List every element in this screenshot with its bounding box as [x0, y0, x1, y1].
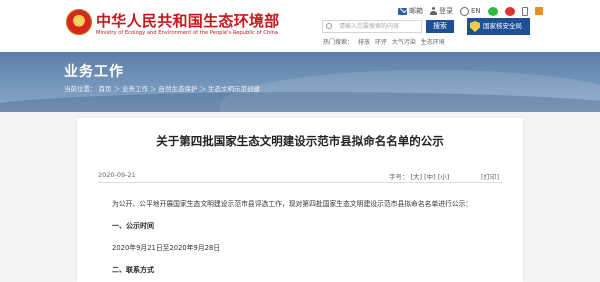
hot-search-word[interactable]: 生态环境 — [421, 39, 445, 46]
weibo-icon[interactable] — [504, 6, 515, 16]
intro-paragraph: 为公开、公平地开展国家生态文明建设示范市县评选工作，现对第四批国家生态文明建设示… — [112, 200, 473, 208]
font-size-large-button[interactable]: [大] — [411, 171, 423, 181]
search-button[interactable]: 搜索 — [426, 20, 454, 33]
section-heading-period: 一、公示时间 — [112, 222, 154, 230]
feed-icon[interactable] — [534, 7, 543, 15]
mail-icon — [398, 7, 407, 15]
login-link[interactable]: 登录 — [430, 6, 453, 16]
english-label: EN — [471, 7, 481, 15]
wechat-icon[interactable] — [487, 6, 498, 16]
hot-search-word[interactable]: 环评 — [375, 39, 387, 46]
site-name-en: Ministry of Ecology and Environment of t… — [96, 30, 279, 36]
article-title: 关于第四批国家生态文明建设示范市县拟命名名单的公示 — [156, 134, 444, 148]
search-input[interactable] — [322, 20, 422, 33]
font-size-small-button[interactable]: [小] — [438, 171, 450, 181]
hot-search-label: 热门搜索： — [323, 39, 354, 46]
print-button[interactable]: [打印] — [481, 171, 499, 181]
section-heading-contact: 二、联系方式 — [112, 266, 154, 274]
font-size-label: 字号： — [389, 173, 409, 181]
font-size-controls: 字号： [大] [中] [小] — [389, 171, 449, 181]
nnsa-label: 国家核安全局 — [483, 22, 522, 31]
nnsa-link-badge[interactable]: 国家核安全局 — [467, 18, 530, 35]
top-link-bar: 邮箱 登录 EN — [398, 5, 543, 17]
national-emblem-icon[interactable] — [66, 9, 92, 35]
login-label: 登录 — [439, 7, 453, 15]
breadcrumb-business[interactable]: 业务工作 — [122, 83, 148, 93]
breadcrumb-prefix: 当前位置： — [64, 85, 97, 93]
hot-search-word[interactable]: 排放 — [358, 39, 370, 46]
phone-icon[interactable] — [521, 6, 528, 16]
shield-icon — [470, 21, 480, 32]
hot-search-word[interactable]: 大气污染 — [392, 39, 416, 46]
publish-date: 2020-09-21 — [98, 171, 136, 179]
globe-icon — [460, 6, 469, 16]
mail-label: 邮箱 — [409, 7, 423, 15]
search-icon — [326, 23, 332, 29]
font-size-medium-button[interactable]: [中] — [424, 171, 436, 181]
breadcrumb-separator: ＞ — [150, 85, 157, 93]
breadcrumb-demo[interactable]: 生态文明示范创建 — [208, 83, 260, 93]
star-icon — [73, 15, 85, 27]
site-header: 中华人民共和国生态环境部 Ministry of Ecology and Env… — [0, 0, 600, 52]
mail-link[interactable]: 邮箱 — [398, 6, 423, 16]
breadcrumb-nature[interactable]: 自然生态保护 — [159, 83, 198, 93]
breadcrumb-separator: ＞ — [113, 85, 121, 93]
person-icon — [430, 7, 437, 15]
section-title: 业务工作 — [64, 64, 124, 80]
hot-search-list: 热门搜索： 排放 环评 大气污染 生态环境 — [323, 37, 448, 46]
breadcrumb-home[interactable]: 首页 — [99, 83, 112, 93]
english-link[interactable]: EN — [460, 6, 481, 16]
site-name-cn[interactable]: 中华人民共和国生态环境部 — [96, 10, 280, 31]
meta-divider — [98, 182, 502, 183]
breadcrumb: 当前位置： 首页 ＞ 业务工作 ＞ 自然生态保护 ＞ 生态文明示范创建 — [64, 83, 260, 93]
section-body-period: 2020年9月21日至2020年9月28日 — [112, 244, 221, 252]
breadcrumb-separator: ＞ — [199, 85, 207, 93]
